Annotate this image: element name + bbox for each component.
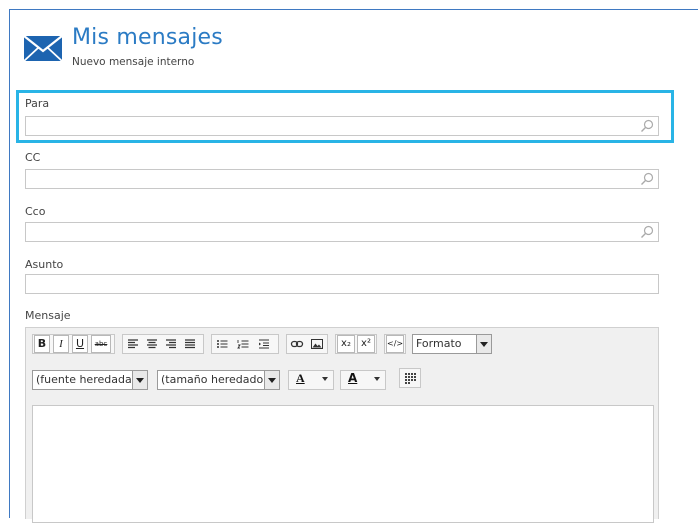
cc-label: CC: [25, 151, 41, 164]
source-button[interactable]: </>: [386, 335, 404, 353]
background-color-button[interactable]: A: [340, 370, 386, 390]
alignment-group: [122, 334, 204, 354]
background-color-icon: A: [348, 371, 358, 385]
asunto-label: Asunto: [25, 258, 64, 271]
align-right-icon[interactable]: [164, 337, 178, 351]
chevron-down-icon[interactable]: [322, 377, 328, 381]
strikethrough-button[interactable]: abc: [91, 335, 111, 353]
indent-icon[interactable]: [257, 337, 271, 351]
source-group: </>: [384, 334, 406, 354]
format-select[interactable]: Formato: [412, 334, 492, 354]
underline-button[interactable]: U: [72, 335, 88, 353]
asunto-field[interactable]: [25, 274, 659, 294]
format-select-value: Formato: [416, 337, 462, 350]
text-color-button[interactable]: A: [288, 370, 334, 390]
chevron-down-icon[interactable]: [264, 371, 279, 389]
script-group: x₂ x²: [335, 334, 377, 354]
size-select-value: (tamaño heredado): [161, 373, 268, 386]
search-icon[interactable]: [640, 225, 654, 239]
basic-styles-group: B I U abc: [32, 334, 115, 354]
align-left-icon[interactable]: [126, 337, 140, 351]
justify-icon[interactable]: [183, 337, 197, 351]
envelope-icon: [23, 35, 63, 62]
list-group: [211, 334, 279, 354]
image-icon[interactable]: [310, 337, 324, 351]
chevron-down-icon[interactable]: [476, 335, 491, 353]
bold-button[interactable]: B: [34, 335, 50, 353]
cc-field[interactable]: [25, 169, 659, 189]
chevron-down-icon[interactable]: [132, 371, 147, 389]
page-header: Mis mensajes Nuevo mensaje interno: [10, 10, 698, 80]
link-icon[interactable]: [290, 337, 304, 351]
message-body-textarea[interactable]: [32, 405, 654, 523]
main-panel: Mis mensajes Nuevo mensaje interno Para …: [9, 9, 698, 523]
page-title: Mis mensajes: [72, 25, 223, 50]
cco-label: Cco: [25, 205, 46, 218]
superscript-button[interactable]: x²: [357, 335, 375, 353]
search-icon[interactable]: [640, 172, 654, 186]
font-select[interactable]: (fuente heredada): [32, 370, 148, 390]
mensaje-label: Mensaje: [25, 309, 71, 322]
page-subtitle: Nuevo mensaje interno: [72, 56, 195, 68]
link-group: [286, 334, 328, 354]
rich-text-editor: B I U abc x₂ x² </> Formato (fuente here…: [25, 327, 659, 523]
text-color-icon: A: [296, 371, 305, 385]
size-select[interactable]: (tamaño heredado): [157, 370, 280, 390]
italic-button[interactable]: I: [53, 335, 69, 353]
table-grid-icon: [405, 373, 416, 384]
align-center-icon[interactable]: [145, 337, 159, 351]
chevron-down-icon[interactable]: [374, 377, 380, 381]
para-highlight-box: [16, 90, 674, 143]
subscript-button[interactable]: x₂: [337, 335, 355, 353]
bullet-list-icon[interactable]: [215, 337, 229, 351]
font-select-value: (fuente heredada): [36, 373, 136, 386]
numbered-list-icon[interactable]: [236, 337, 250, 351]
table-button[interactable]: [399, 368, 421, 388]
cco-field[interactable]: [25, 222, 659, 242]
